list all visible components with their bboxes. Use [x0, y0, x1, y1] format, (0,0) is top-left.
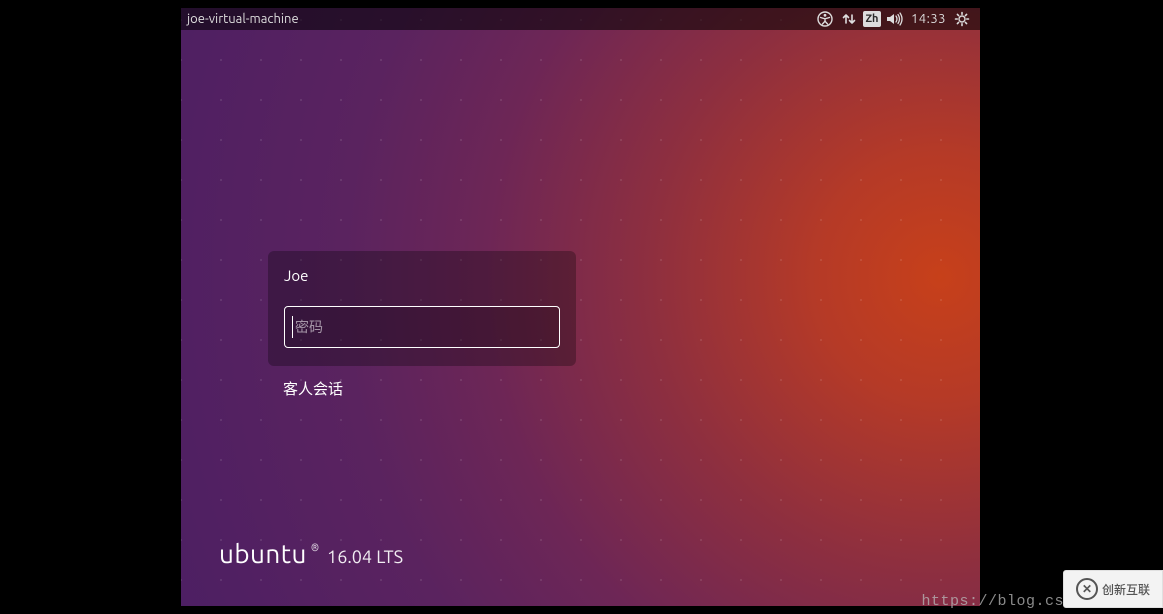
viewport: joe-virtual-machine Zh [0, 0, 1163, 614]
password-input[interactable] [284, 306, 560, 348]
ime-zh-label: Zh [863, 11, 881, 27]
login-box: Joe [268, 251, 576, 366]
watermark-badge-icon: ✕ [1076, 578, 1098, 600]
power-gear-icon[interactable] [950, 8, 974, 30]
sound-icon[interactable] [883, 8, 907, 30]
brand-name: ubuntu [219, 539, 307, 568]
accessibility-icon[interactable] [813, 8, 837, 30]
clock-label[interactable]: 14:33 [907, 8, 950, 30]
guest-session-button[interactable]: 客人会话 [283, 378, 343, 399]
watermark-badge-text: 创新互联 [1102, 581, 1150, 598]
login-screen: joe-virtual-machine Zh [181, 8, 980, 606]
hostname-label: joe-virtual-machine [187, 12, 299, 26]
text-caret [292, 316, 293, 338]
brand: ubuntu ® 16.04 LTS [219, 539, 403, 568]
watermark-badge: ✕ 创新互联 [1063, 570, 1163, 608]
brand-registered: ® [311, 542, 319, 553]
top-panel: joe-virtual-machine Zh [181, 8, 980, 30]
selected-username[interactable]: Joe [284, 267, 560, 284]
password-wrapper [284, 306, 560, 348]
brand-version: 16.04 LTS [327, 547, 403, 567]
ime-zh-icon[interactable]: Zh [861, 8, 883, 30]
network-updown-icon[interactable] [837, 8, 861, 30]
